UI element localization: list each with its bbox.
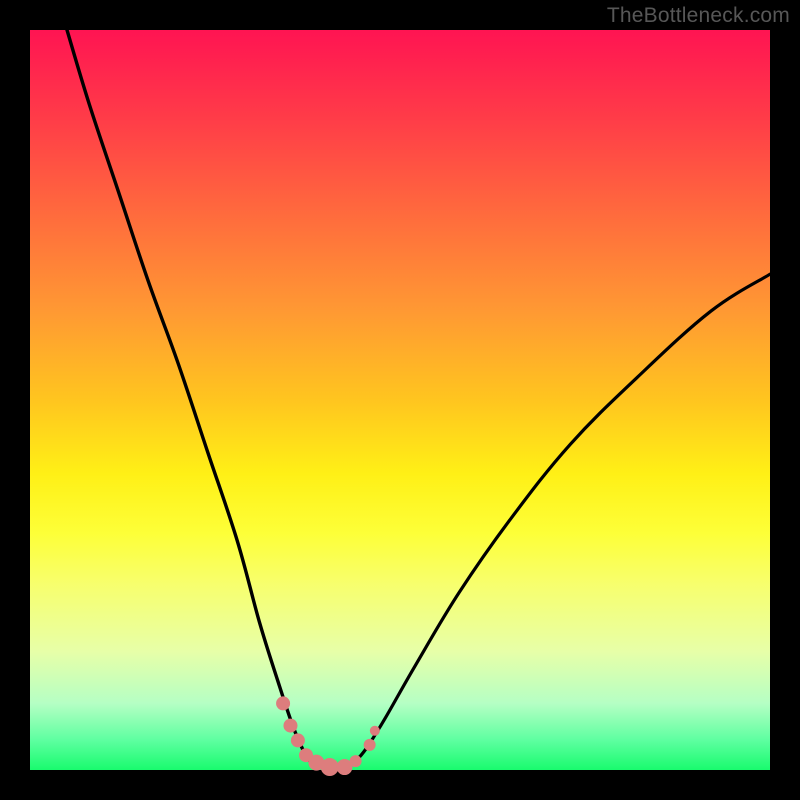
data-point-marker (321, 758, 339, 776)
bottleneck-curve-chart (30, 30, 770, 770)
data-point-marker (283, 719, 297, 733)
data-point-marker (370, 726, 380, 736)
data-point-marker (350, 755, 362, 767)
data-point-marker (276, 696, 290, 710)
watermark-text: TheBottleneck.com (607, 4, 790, 28)
curve-right-branch (348, 274, 770, 766)
data-point-marker (364, 739, 376, 751)
curve-markers (276, 696, 380, 776)
data-point-marker (291, 733, 305, 747)
curve-left-branch (67, 30, 319, 766)
